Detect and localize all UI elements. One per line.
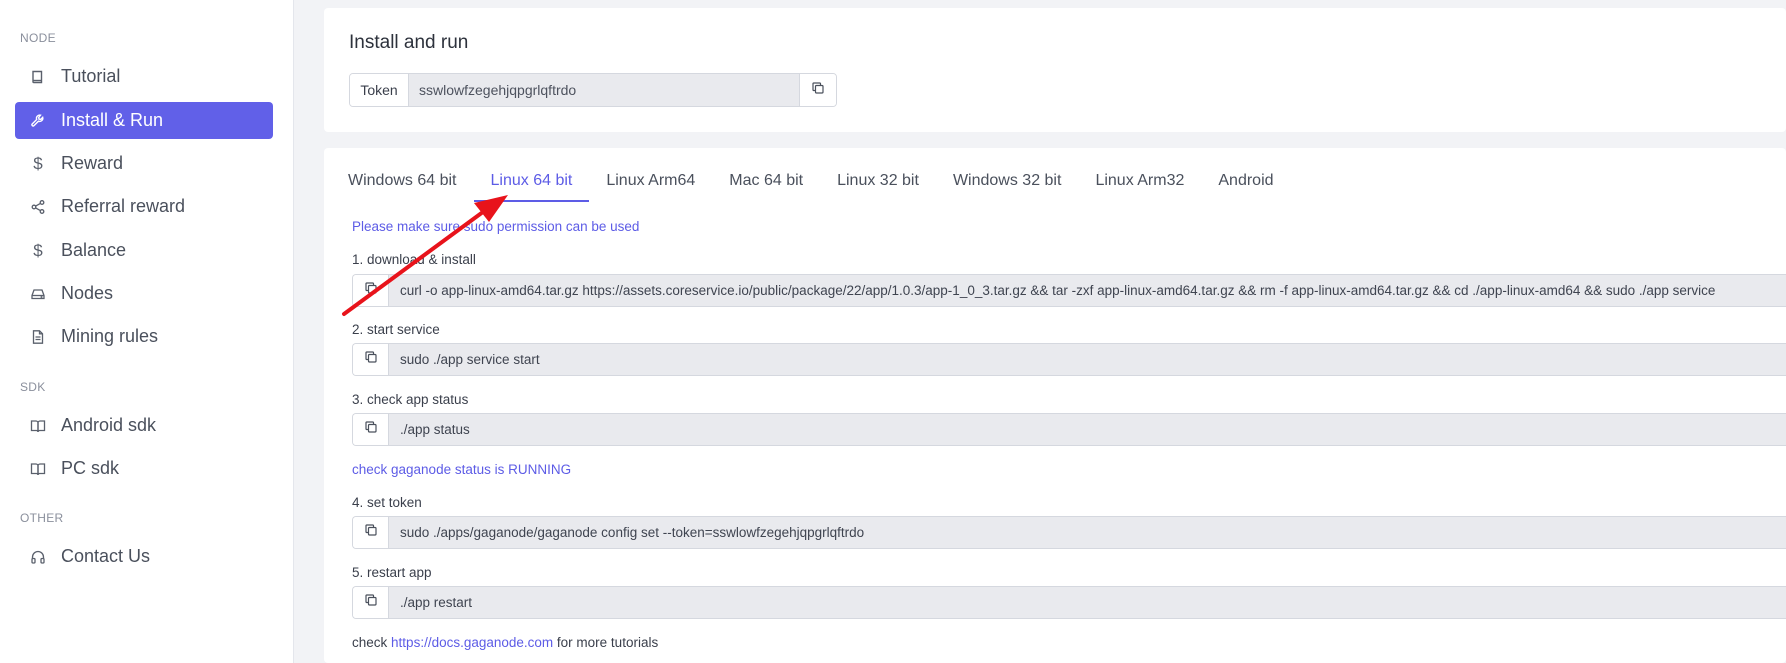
step-label-2: 2. start service bbox=[352, 322, 440, 337]
hard-drive-icon bbox=[29, 285, 47, 303]
step-label-4: 4. set token bbox=[352, 495, 422, 510]
tab-linux-arm32[interactable]: Linux Arm32 bbox=[1078, 160, 1201, 202]
command-text[interactable]: curl -o app-linux-amd64.tar.gz https://a… bbox=[389, 275, 1786, 306]
sidebar-item-balance[interactable]: $ Balance bbox=[15, 232, 273, 269]
wrench-icon bbox=[29, 112, 47, 130]
sidebar-item-tutorial[interactable]: Tutorial bbox=[15, 58, 273, 95]
book-open-icon bbox=[29, 460, 47, 478]
sidebar-item-pc-sdk[interactable]: PC sdk bbox=[15, 450, 273, 487]
command-text[interactable]: sudo ./app service start bbox=[389, 344, 1786, 375]
headphones-icon bbox=[29, 548, 47, 566]
copy-command-button[interactable] bbox=[353, 275, 389, 306]
sidebar-item-nodes[interactable]: Nodes bbox=[15, 275, 273, 312]
token-label: Token bbox=[350, 74, 409, 106]
tab-windows-64[interactable]: Windows 64 bit bbox=[348, 160, 474, 202]
copy-command-button[interactable] bbox=[353, 517, 389, 548]
tab-linux-64[interactable]: Linux 64 bit bbox=[473, 160, 590, 202]
copy-icon bbox=[364, 420, 378, 439]
tab-mac-64[interactable]: Mac 64 bit bbox=[712, 160, 820, 202]
sidebar-item-label: Balance bbox=[61, 240, 127, 260]
sidebar-item-label: Android sdk bbox=[61, 415, 157, 435]
sudo-note: Please make sure sudo permission can be … bbox=[352, 219, 640, 234]
token-group: Token sswlowfzegehjqpgrlqftrdo bbox=[349, 73, 837, 107]
sidebar-item-reward[interactable]: $ Reward bbox=[15, 145, 273, 182]
dollar-icon: $ bbox=[33, 153, 43, 173]
sidebar-item-referral-reward[interactable]: Referral reward bbox=[15, 188, 273, 225]
step-label-5: 5. restart app bbox=[352, 565, 432, 580]
copy-command-button[interactable] bbox=[353, 414, 389, 445]
status-note: check gaganode status is RUNNING bbox=[352, 462, 572, 477]
file-text-icon bbox=[29, 328, 47, 346]
step-label-3: 3. check app status bbox=[352, 392, 469, 407]
tab-windows-32[interactable]: Windows 32 bit bbox=[936, 160, 1079, 202]
copy-token-button[interactable] bbox=[800, 74, 836, 106]
docs-note-prefix: check bbox=[352, 635, 388, 650]
sidebar-item-label: Reward bbox=[61, 153, 124, 173]
tab-android[interactable]: Android bbox=[1201, 160, 1290, 202]
command-text[interactable]: sudo ./apps/gaganode/gaganode config set… bbox=[389, 517, 1786, 548]
copy-command-button[interactable] bbox=[353, 587, 389, 618]
command-row-1: curl -o app-linux-amd64.tar.gz https://a… bbox=[352, 274, 1786, 307]
copy-command-button[interactable] bbox=[353, 344, 389, 375]
docs-note: check https://docs.gaganode.com for more… bbox=[352, 635, 658, 650]
sidebar-item-label: Referral reward bbox=[61, 196, 186, 216]
share-icon bbox=[29, 198, 47, 216]
sidebar-item-label: Mining rules bbox=[61, 326, 159, 346]
section-title-node: NODE bbox=[20, 31, 56, 45]
command-row-2: sudo ./app service start bbox=[352, 343, 1786, 376]
docs-link[interactable]: https://docs.gaganode.com bbox=[391, 635, 553, 650]
sidebar-item-label: Install & Run bbox=[61, 110, 164, 130]
install-card: Install and run Token sswlowfzegehjqpgrl… bbox=[324, 8, 1786, 132]
instructions-card: Windows 64 bit Linux 64 bit Linux Arm64 … bbox=[324, 148, 1786, 663]
command-row-3: ./app status bbox=[352, 413, 1786, 446]
section-title-sdk: SDK bbox=[20, 380, 46, 394]
sidebar-item-android-sdk[interactable]: Android sdk bbox=[15, 407, 273, 444]
sidebar-item-mining-rules[interactable]: Mining rules bbox=[15, 318, 273, 355]
section-title-other: OTHER bbox=[20, 511, 64, 525]
sidebar-item-contact-us[interactable]: Contact Us bbox=[15, 538, 273, 575]
book-icon bbox=[29, 68, 47, 86]
tab-linux-32[interactable]: Linux 32 bit bbox=[820, 160, 936, 202]
copy-icon bbox=[364, 281, 378, 300]
platform-tabs: Windows 64 bit Linux 64 bit Linux Arm64 … bbox=[348, 160, 1291, 202]
sidebar: NODE Tutorial Install & Run $ Reward Ref… bbox=[0, 0, 294, 663]
docs-note-suffix: for more tutorials bbox=[556, 635, 659, 650]
step-label-1: 1. download & install bbox=[352, 252, 476, 267]
sidebar-item-label: Contact Us bbox=[61, 546, 151, 566]
copy-icon bbox=[364, 593, 378, 612]
tab-linux-arm64[interactable]: Linux Arm64 bbox=[589, 160, 712, 202]
install-title: Install and run bbox=[349, 32, 469, 53]
command-text[interactable]: ./app restart bbox=[389, 587, 1786, 618]
book-open-icon bbox=[29, 417, 47, 435]
dollar-icon: $ bbox=[33, 240, 43, 260]
sidebar-item-label: Nodes bbox=[61, 283, 114, 303]
sidebar-item-install-run[interactable]: Install & Run bbox=[15, 102, 273, 139]
token-field[interactable]: sswlowfzegehjqpgrlqftrdo bbox=[409, 74, 800, 106]
command-row-5: ./app restart bbox=[352, 586, 1786, 619]
copy-icon bbox=[364, 523, 378, 542]
copy-icon bbox=[811, 81, 825, 100]
command-row-4: sudo ./apps/gaganode/gaganode config set… bbox=[352, 516, 1786, 549]
sidebar-item-label: PC sdk bbox=[61, 458, 120, 478]
sidebar-item-label: Tutorial bbox=[61, 66, 121, 86]
copy-icon bbox=[364, 350, 378, 369]
command-text[interactable]: ./app status bbox=[389, 414, 1786, 445]
